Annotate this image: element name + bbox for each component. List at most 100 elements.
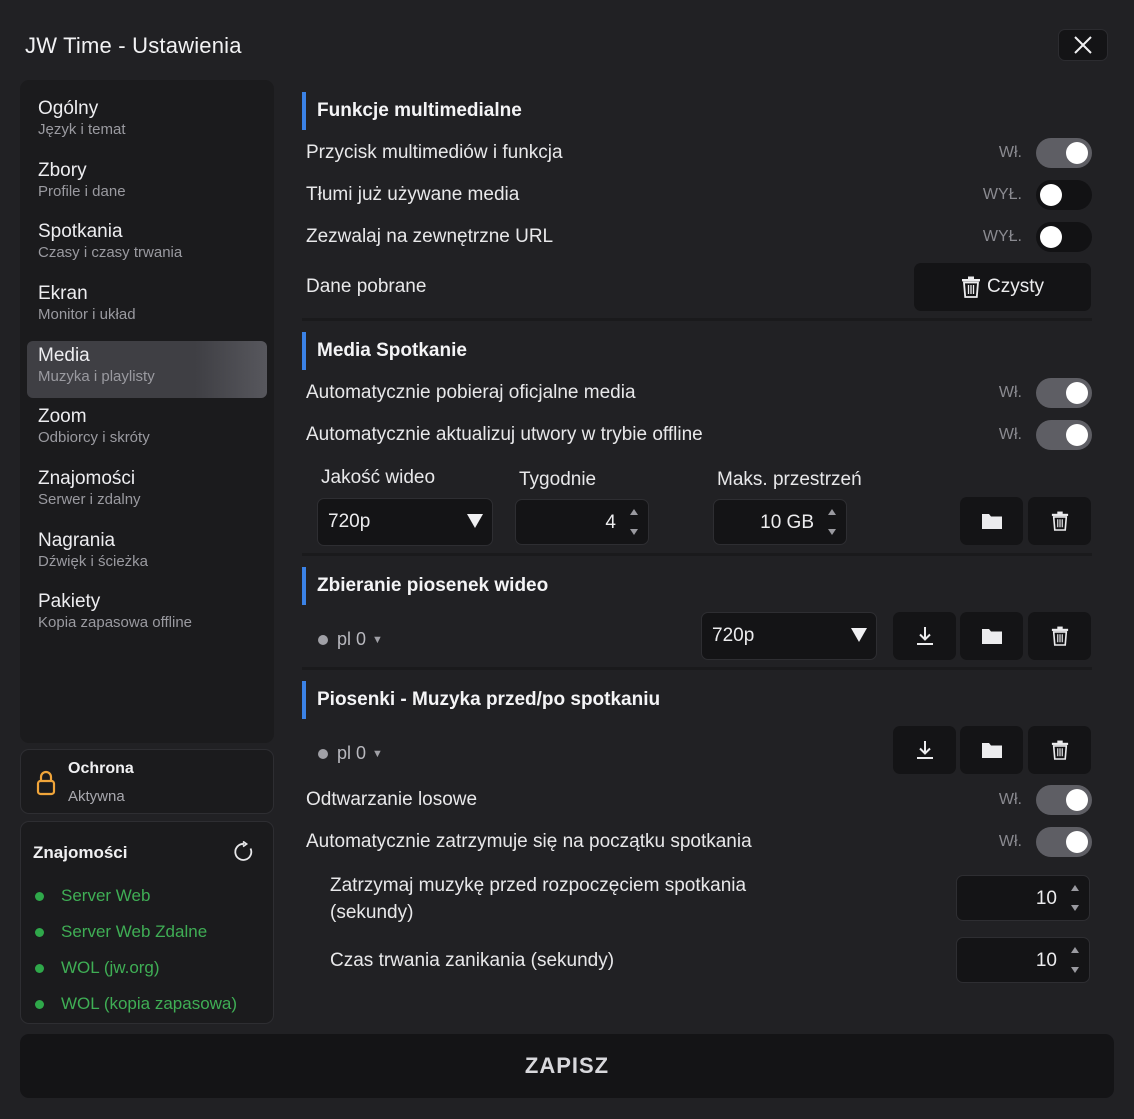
sidebar-item-sublabel: Dźwięk i ścieżka (38, 552, 149, 570)
protection-card[interactable]: Ochrona Aktywna (20, 749, 274, 814)
sidebar-item-sublabel: Kopia zapasowa offline (38, 614, 192, 632)
song-videos-language-picker[interactable]: pl 0 ▼ (318, 629, 383, 650)
trash-icon (962, 276, 980, 298)
external-url-toggle[interactable] (1036, 222, 1092, 252)
setting-label: Automatycznie aktualizuj utwory w trybie… (306, 424, 703, 445)
setting-row: Automatycznie zatrzymuje się na początku… (306, 824, 1092, 860)
spinner-arrows-icon[interactable] (1069, 944, 1081, 976)
sidebar-item-recordings[interactable]: Nagrania Dźwięk i ścieżka (20, 526, 274, 588)
shuffle-toggle[interactable] (1036, 785, 1092, 815)
language-value: pl 0 (337, 743, 367, 763)
status-dot-icon (35, 891, 44, 901)
toggle-state-label: WYŁ. (982, 228, 1022, 245)
sidebar-item-sublabel: Serwer i zdalny (38, 490, 141, 508)
window-title: JW Time - Ustawienia (25, 33, 242, 58)
sidebar-item-sublabel: Muzyka i playlisty (38, 368, 155, 386)
number-value: 4 (605, 512, 616, 533)
sidebar-item-sublabel: Język i temat (38, 121, 126, 138)
setting-label: Przycisk multimediów i funkcja (306, 142, 563, 163)
setting-row: Przycisk multimediów i funkcja Wł. (306, 135, 1092, 171)
section-title-songs-music: Piosenki - Muzyka przed/po spotkaniu (302, 681, 1092, 719)
open-song-videos-folder-button[interactable] (960, 612, 1023, 660)
sidebar-item-label: Ogólny (38, 98, 99, 119)
number-value: 10 (1035, 950, 1057, 971)
max-space-label: Maks. przestrzeń (717, 469, 862, 490)
setting-label: Odtwarzanie losowe (306, 789, 478, 810)
songs-music-language-picker[interactable]: pl 0 ▼ (318, 743, 383, 764)
delete-song-videos-button[interactable] (1028, 612, 1091, 660)
toggle-knob (1066, 382, 1088, 404)
sidebar-item-sublabel: Odbiorcy i skróty (38, 429, 150, 447)
delete-media-button[interactable] (1028, 497, 1091, 545)
sidebar-item-congregations[interactable]: Zbory Profile i dane (20, 156, 274, 218)
stop-before-meeting-label-line: (sekundy) (330, 902, 414, 923)
spinner-arrows-icon[interactable] (1069, 882, 1081, 914)
weeks-input[interactable]: 4 (515, 499, 649, 545)
toggle-state-label: Wł. (998, 384, 1022, 401)
sidebar-item-label: Nagrania (38, 529, 116, 551)
spinner-arrows-icon[interactable] (628, 506, 640, 538)
auto-download-toggle[interactable] (1036, 378, 1092, 408)
trash-icon (1051, 626, 1068, 646)
sidebar-item-media[interactable]: Media Muzyka i playlisty (27, 341, 267, 399)
sidebar-item-zoom[interactable]: Zoom Odbiorcy i skróty (20, 402, 274, 464)
folder-icon (981, 514, 1002, 529)
toggle-knob (1040, 184, 1062, 206)
toggle-state-label: Wł. (998, 144, 1022, 161)
open-folder-button[interactable] (960, 497, 1023, 545)
stop-before-meeting-input[interactable]: 10 (956, 875, 1090, 921)
sidebar-item-packages[interactable]: Pakiety Kopia zapasowa offline (20, 587, 274, 649)
dropdown-caret-icon (467, 514, 483, 528)
connection-item: WOL (jw.org) (35, 950, 237, 986)
dropdown-caret-icon (851, 628, 867, 642)
mute-media-toggle[interactable] (1036, 180, 1092, 210)
media-button-toggle[interactable] (1036, 138, 1092, 168)
section-title-multimedia: Funkcje multimedialne (302, 92, 1092, 130)
connection-label: Server Web Zdalne (61, 922, 208, 941)
video-quality-select[interactable]: 720p (317, 498, 493, 546)
setting-label: Tłumi już używane media (306, 184, 520, 205)
auto-stop-toggle[interactable] (1036, 827, 1092, 857)
download-song-videos-button[interactable] (893, 612, 956, 660)
select-value: 720p (712, 625, 755, 646)
sidebar-item-meetings[interactable]: Spotkania Czasy i czasy trwania (20, 217, 274, 279)
toggle-state-label: Wł. (998, 833, 1022, 850)
connection-label: WOL (jw.org) (61, 958, 160, 977)
protection-title: Ochrona (68, 760, 134, 777)
chevron-down-icon: ▼ (372, 633, 383, 646)
max-space-input[interactable]: 10 GB (713, 499, 847, 545)
download-icon (916, 741, 933, 759)
download-icon (916, 627, 933, 645)
protection-status: Aktywna (68, 788, 125, 805)
toggle-state-label: Wł. (998, 791, 1022, 808)
stop-before-meeting-label-line: Zatrzymaj muzykę przed rozpoczęciem spot… (330, 875, 747, 896)
clear-data-button[interactable]: Czysty (914, 263, 1091, 311)
song-video-quality-select[interactable]: 720p (701, 612, 877, 660)
toggle-knob (1040, 226, 1062, 248)
spinner-arrows-icon[interactable] (826, 506, 838, 538)
section-divider (302, 667, 1092, 670)
sidebar-item-label: Zbory (38, 159, 87, 181)
setting-row: Zezwalaj na zewnętrzne URL WYŁ. (306, 219, 1092, 255)
sidebar-item-sublabel: Profile i dane (38, 182, 126, 200)
sidebar-item-connections[interactable]: Znajomości Serwer i zdalny (20, 464, 274, 526)
sidebar-item-display[interactable]: Ekran Monitor i układ (20, 279, 274, 341)
toggle-state-label: WYŁ. (982, 186, 1022, 203)
delete-songs-button[interactable] (1028, 726, 1091, 774)
toggle-knob (1066, 789, 1088, 811)
toggle-state-label: Wł. (998, 426, 1022, 443)
sidebar-item-label: Znajomości (38, 467, 136, 489)
fade-duration-input[interactable]: 10 (956, 937, 1090, 983)
auto-update-offline-toggle[interactable] (1036, 420, 1092, 450)
fade-duration-label: Czas trwania zanikania (sekundy) (330, 950, 615, 971)
connection-item: Server Web Zdalne (35, 914, 237, 950)
sidebar-item-sublabel: Czasy i czasy trwania (38, 244, 183, 262)
sidebar-item-sublabel: Monitor i układ (38, 305, 136, 323)
download-songs-button[interactable] (893, 726, 956, 774)
refresh-icon[interactable] (233, 841, 255, 863)
number-value: 10 GB (760, 512, 814, 533)
status-dot-icon (318, 748, 328, 759)
save-button[interactable]: ZAPISZ (20, 1034, 1114, 1098)
sidebar-item-general[interactable]: Ogólny Język i temat (20, 94, 274, 156)
open-songs-folder-button[interactable] (960, 726, 1023, 774)
